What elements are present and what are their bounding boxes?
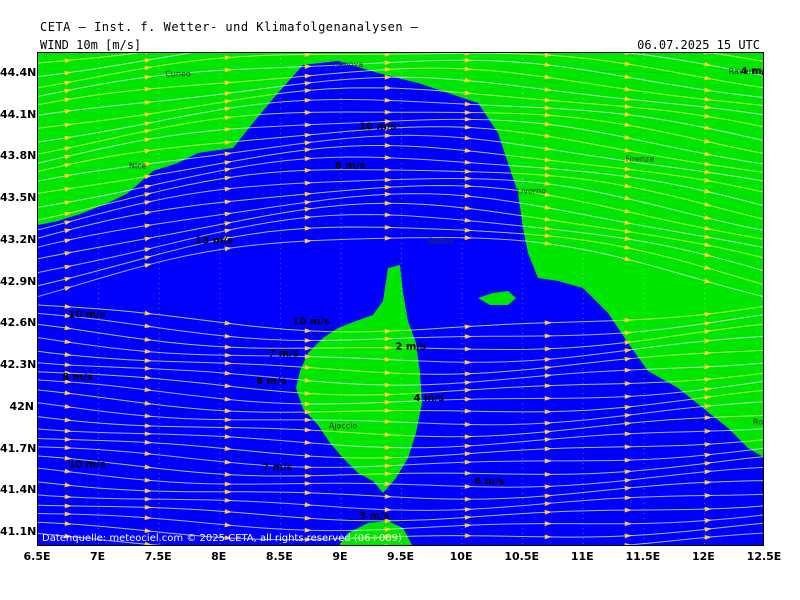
place-label: Genova [332, 60, 363, 69]
wind-speed-label: 8 m/s [256, 376, 287, 387]
wind-speed-label: 10 m/s [292, 316, 329, 327]
wind-speed-label: 10 m/s [68, 309, 105, 320]
place-label: Roma [753, 418, 764, 427]
wind-map: Cuneo Genova Ravenna Nice Firenze Livorno Bast… [37, 52, 764, 546]
longitude-tick-label: 10.5E [504, 550, 539, 563]
latitude-tick-label: 42.3N [0, 358, 37, 372]
latitude-tick-label: 41.4N [0, 483, 37, 497]
credit-text: Datenquelle: meteociel.com © 2025 CETA, … [42, 533, 402, 544]
place-label: Livorno [517, 187, 547, 196]
wind-map-canvas: CuneoGenovaRavennaNiceFirenzeLivornoBast… [38, 53, 764, 545]
wind-speed-label: 4 m/s [741, 66, 764, 77]
wind-speed-label: 10 m/s [359, 122, 396, 133]
wind-speed-label: 13 m/s [196, 236, 233, 247]
latitude-tick-label: 43.5N [0, 191, 37, 205]
wind-speed-label: 7 m/s [262, 462, 293, 473]
longitude-tick-label: 6.5E [23, 550, 51, 563]
longitude-tick-label: 8.5E [265, 550, 293, 563]
longitude-tick-label: 12.5E [746, 550, 782, 563]
latitude-tick-label: 44.4N [0, 65, 37, 79]
latitude-tick-label: 44.1N [0, 107, 37, 121]
longitude-tick-label: 11.5E [625, 550, 661, 563]
latitude-tick-label: 42.9N [0, 274, 37, 288]
header-title: CETA — Inst. f. Wetter- und Klimafolgena… [40, 20, 419, 34]
longitude-tick-label: 7.5E [144, 550, 172, 563]
longitude-tick-label: 9E [332, 550, 348, 563]
wind-speed-label: 2 m/s [395, 341, 426, 352]
wind-speed-label: 3 m/s [359, 511, 390, 522]
longitude-tick-label: 7E [89, 550, 106, 563]
wind-speed-label: 4 m/s [414, 393, 445, 404]
wind-speed-label: 10 m/s [68, 460, 105, 471]
latitude-tick-label: 43.2N [0, 232, 37, 246]
wind-speed-label: 7 m/s [268, 348, 299, 359]
longitude-tick-label: 10E [449, 550, 473, 563]
latitude-tick-label: 42N [9, 399, 34, 413]
latitude-tick-label: 41.7N [0, 441, 37, 455]
place-label: Bastia [428, 237, 453, 246]
wind-arrow [304, 544, 306, 545]
latitude-tick-label: 41.1N [0, 525, 37, 539]
valid-time: 06.07.2025 15 UTC [637, 38, 760, 52]
longitude-tick-label: 11E [570, 550, 594, 563]
longitude-tick-label: 8E [211, 550, 227, 563]
field-label: WIND 10m [m/s] [40, 38, 142, 52]
latitude-tick-label: 43.8N [0, 149, 37, 163]
longitude-tick-label: 12E [691, 550, 715, 563]
place-label: Cuneo [165, 70, 191, 79]
place-label: Firenze [626, 155, 655, 164]
wind-speed-label: 8 m/s [335, 160, 366, 171]
wind-speed-label: 8 m/s [62, 372, 93, 383]
latitude-tick-label: 42.6N [0, 316, 37, 330]
wind-speed-label: 6 m/s [474, 476, 505, 487]
wind-arrow [704, 544, 706, 545]
place-label: Ajaccio [329, 422, 358, 431]
longitude-tick-label: 9.5E [386, 550, 414, 563]
place-label: Nice [129, 161, 147, 170]
